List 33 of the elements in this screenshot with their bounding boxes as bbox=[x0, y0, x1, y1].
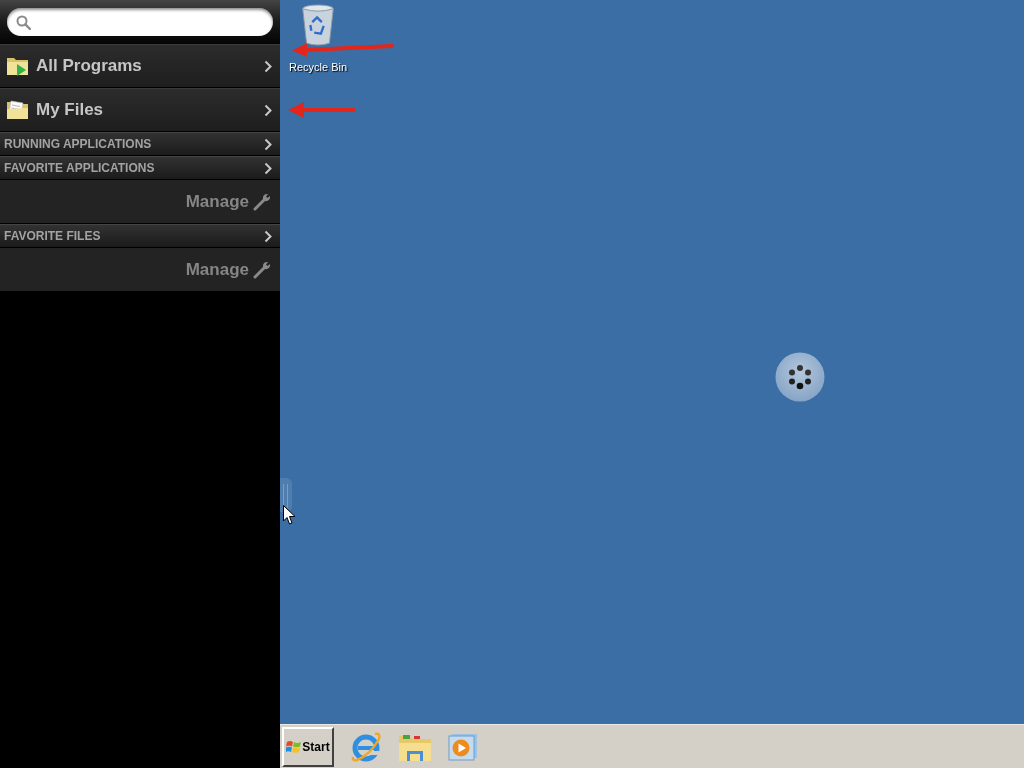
section-header[interactable]: RUNNING APPLICATIONS bbox=[0, 132, 280, 156]
wrench-icon bbox=[253, 192, 271, 211]
media-player-icon[interactable] bbox=[448, 732, 478, 761]
start-button[interactable]: Start bbox=[282, 726, 334, 767]
search-icon bbox=[16, 14, 31, 30]
wrench-icon bbox=[253, 260, 271, 279]
folder-play-icon bbox=[6, 55, 30, 77]
recycle-bin-icon[interactable] bbox=[300, 4, 336, 46]
chevron-right-icon bbox=[264, 59, 272, 73]
chevron-right-icon bbox=[264, 229, 272, 243]
menu-item[interactable]: My Files bbox=[0, 88, 280, 132]
manage-button[interactable]: Manage bbox=[185, 188, 271, 215]
chevron-right-icon bbox=[264, 103, 272, 117]
desktop-icon-label: Recycle Bin bbox=[288, 61, 348, 73]
section-header[interactable]: FAVORITE APPLICATIONS bbox=[0, 156, 280, 180]
chevron-right-icon bbox=[264, 161, 272, 175]
section-title: RUNNING APPLICATIONS bbox=[4, 136, 153, 153]
chevron-right-icon bbox=[264, 137, 272, 151]
section-title: FAVORITE APPLICATIONS bbox=[4, 160, 156, 177]
edge-handle[interactable] bbox=[280, 478, 292, 512]
annotation-arrow bbox=[288, 101, 356, 119]
manage-button[interactable]: Manage bbox=[185, 256, 271, 283]
menu-item-label: All Programs bbox=[36, 55, 143, 78]
search-field[interactable] bbox=[7, 8, 273, 36]
browser-icon[interactable] bbox=[350, 730, 382, 763]
menu-item-label: My Files bbox=[36, 99, 105, 122]
folder-document-icon bbox=[6, 99, 30, 121]
cursor-icon bbox=[283, 505, 296, 525]
windows-logo-icon bbox=[286, 739, 302, 754]
loading-spinner-icon bbox=[775, 352, 825, 402]
menu-item[interactable]: All Programs bbox=[0, 44, 280, 88]
section-title: FAVORITE FILES bbox=[4, 228, 102, 245]
section-header[interactable]: FAVORITE FILES bbox=[0, 224, 280, 248]
